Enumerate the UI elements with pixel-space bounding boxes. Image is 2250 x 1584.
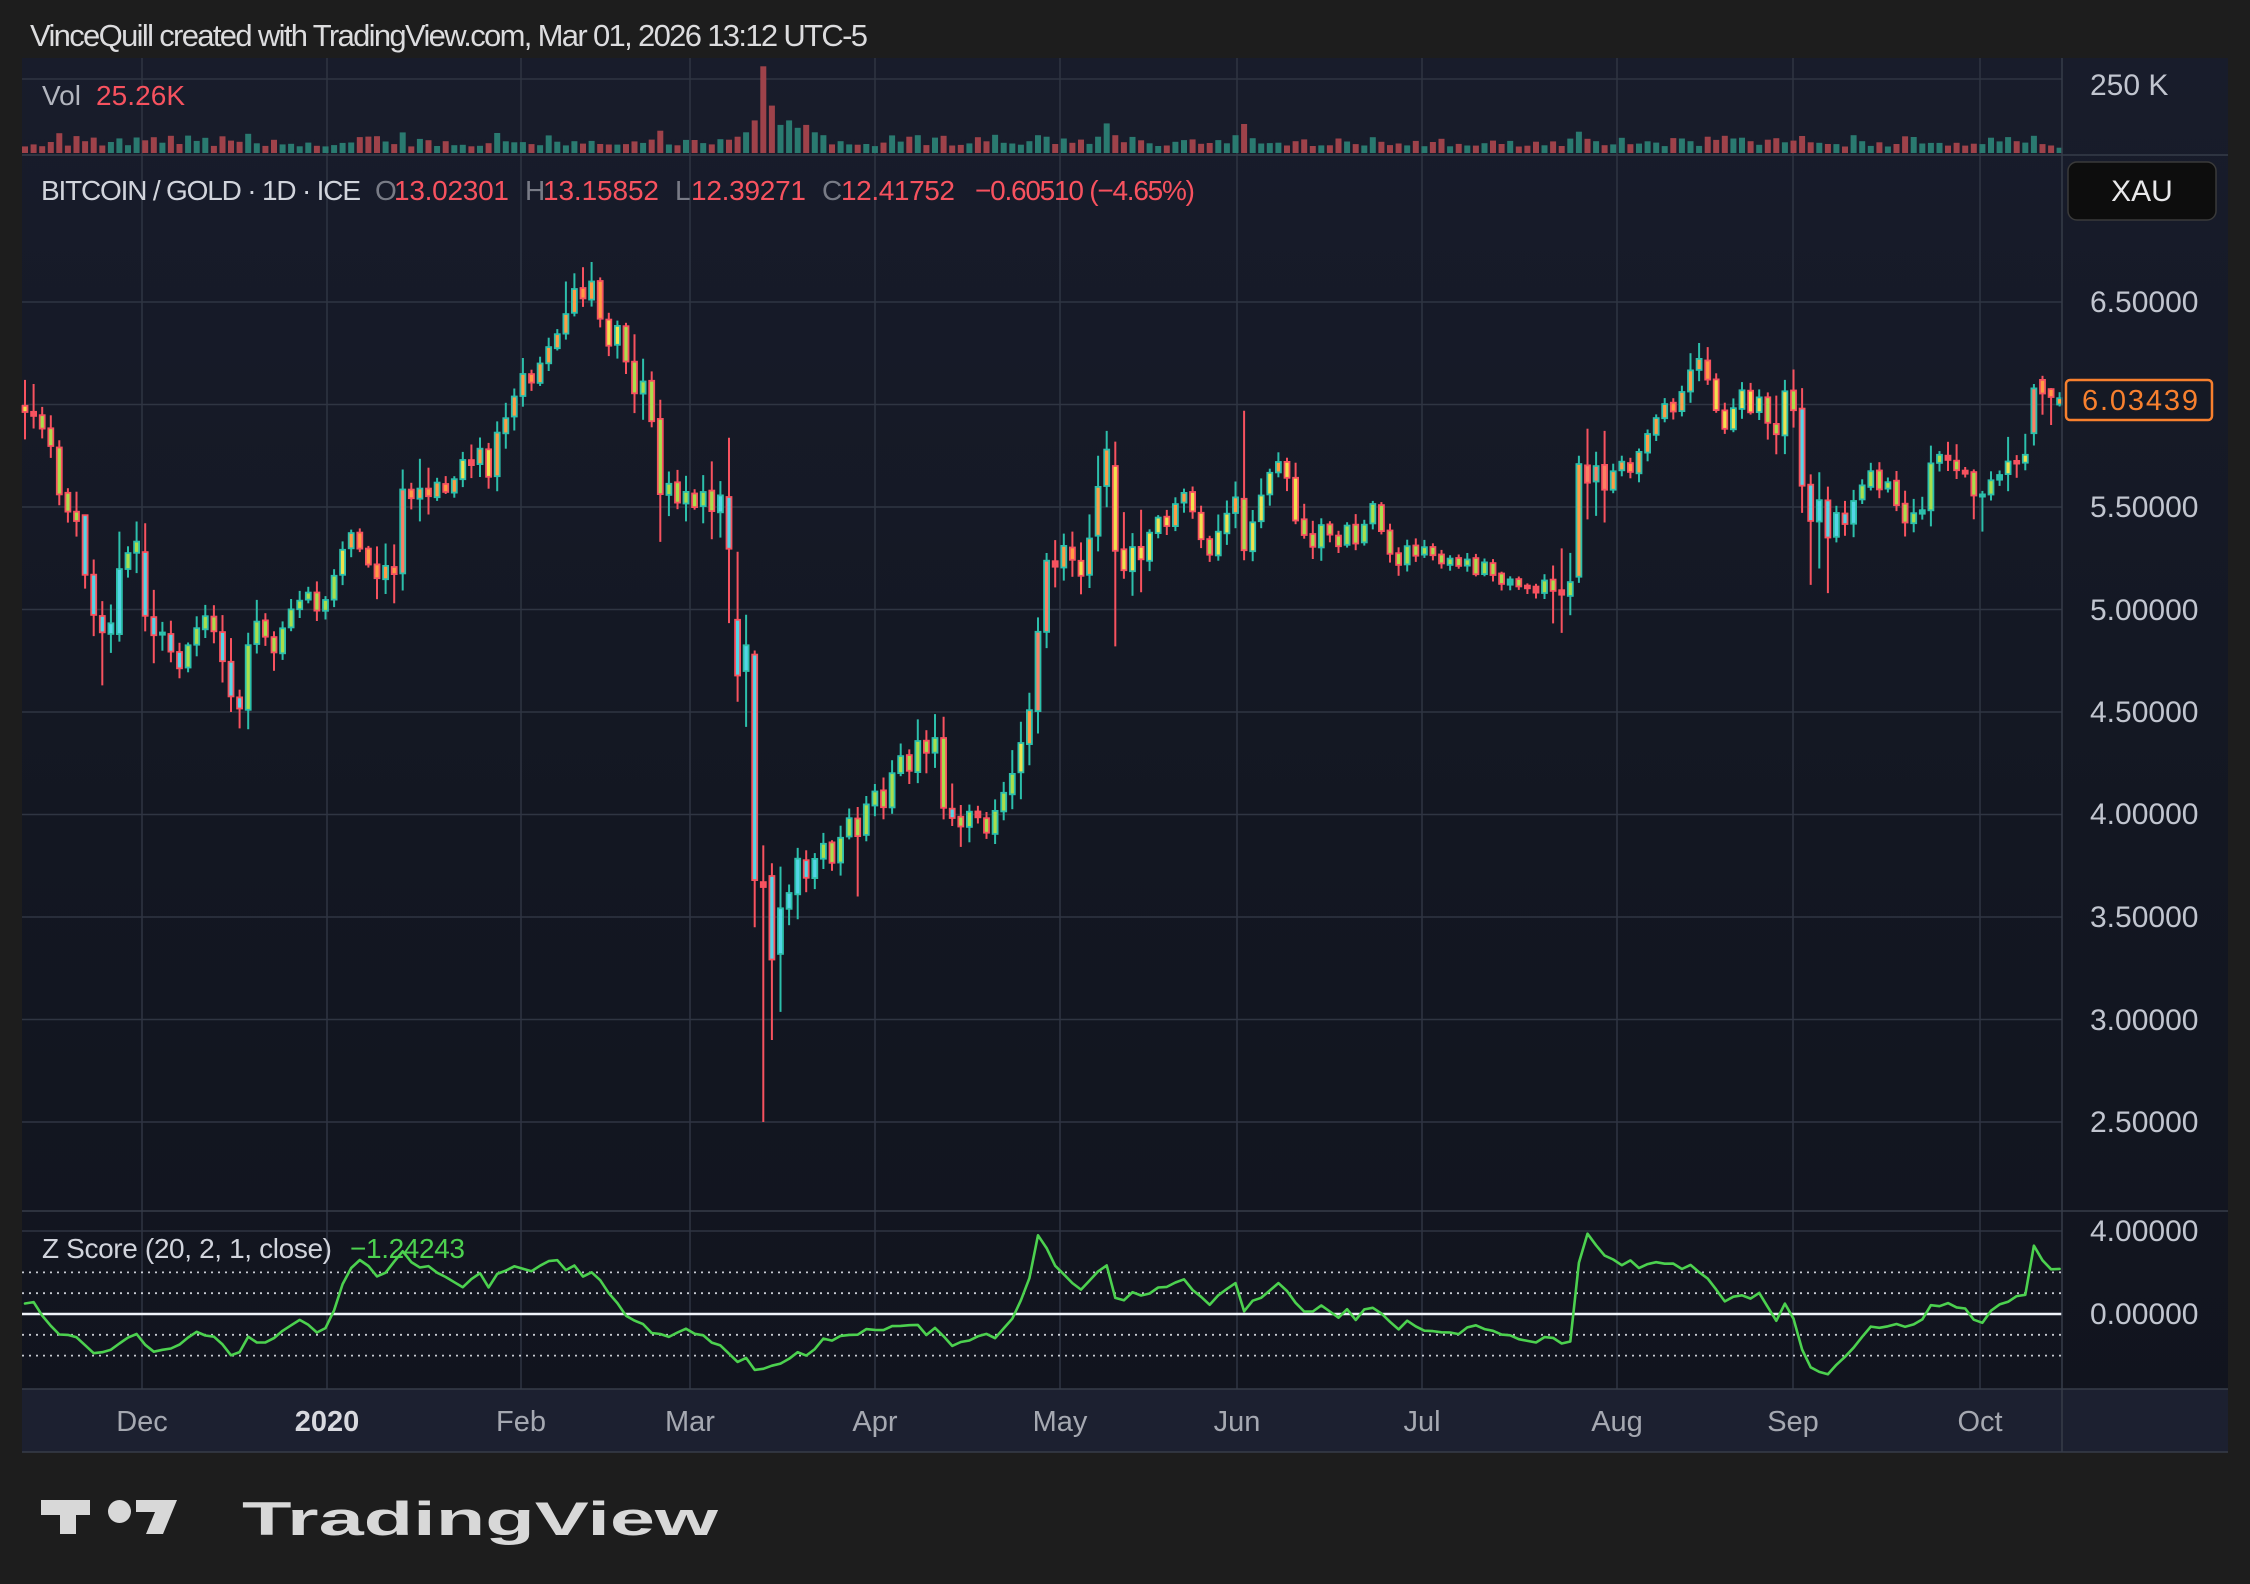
svg-text:4.00000: 4.00000 xyxy=(2090,798,2198,831)
svg-text:5.00000: 5.00000 xyxy=(2090,594,2198,627)
svg-text:Oct: Oct xyxy=(1957,1406,2002,1438)
svg-text:0.00000: 0.00000 xyxy=(2090,1298,2198,1331)
svg-text:4.00000: 4.00000 xyxy=(2090,1215,2198,1248)
svg-text:Jun: Jun xyxy=(1214,1406,1261,1438)
svg-text:25.26K: 25.26K xyxy=(96,80,185,111)
svg-text:VinceQuill created with Tradin: VinceQuill created with TradingView.com,… xyxy=(30,18,868,53)
svg-text:Dec: Dec xyxy=(116,1406,168,1438)
svg-text:6.50000: 6.50000 xyxy=(2090,286,2198,319)
svg-text:−0.60510 (−4.65%): −0.60510 (−4.65%) xyxy=(975,175,1195,206)
svg-text:12.39271: 12.39271 xyxy=(691,175,806,206)
svg-text:13.02301: 13.02301 xyxy=(394,175,509,206)
svg-text:Mar: Mar xyxy=(665,1406,715,1438)
svg-text:L: L xyxy=(675,175,691,206)
svg-text:Jul: Jul xyxy=(1403,1406,1440,1438)
svg-text:3.00000: 3.00000 xyxy=(2090,1004,2198,1037)
svg-text:−1.24243: −1.24243 xyxy=(350,1233,465,1264)
svg-text:May: May xyxy=(1033,1406,1088,1438)
svg-text:Vol: Vol xyxy=(42,80,81,111)
svg-text:TradingView: TradingView xyxy=(242,1493,719,1545)
svg-text:12.41752: 12.41752 xyxy=(841,175,955,206)
svg-text:Feb: Feb xyxy=(496,1406,546,1438)
svg-text:XAU: XAU xyxy=(2111,175,2173,208)
svg-text:2.50000: 2.50000 xyxy=(2090,1106,2198,1139)
svg-text:Sep: Sep xyxy=(1767,1406,1819,1438)
svg-text:C: C xyxy=(822,175,842,206)
svg-text:250 K: 250 K xyxy=(2090,69,2168,102)
svg-text:4.50000: 4.50000 xyxy=(2090,696,2198,729)
svg-text:5.50000: 5.50000 xyxy=(2090,491,2198,524)
svg-text:Z Score (20, 2, 1, close): Z Score (20, 2, 1, close) xyxy=(42,1233,332,1264)
svg-text:BITCOIN / GOLD · 1D · ICE: BITCOIN / GOLD · 1D · ICE xyxy=(41,175,361,206)
svg-text:13.15852: 13.15852 xyxy=(543,175,659,206)
svg-text:3.50000: 3.50000 xyxy=(2090,901,2198,934)
svg-text:2020: 2020 xyxy=(295,1406,360,1438)
svg-text:Aug: Aug xyxy=(1591,1406,1643,1438)
svg-text:Apr: Apr xyxy=(852,1406,897,1438)
